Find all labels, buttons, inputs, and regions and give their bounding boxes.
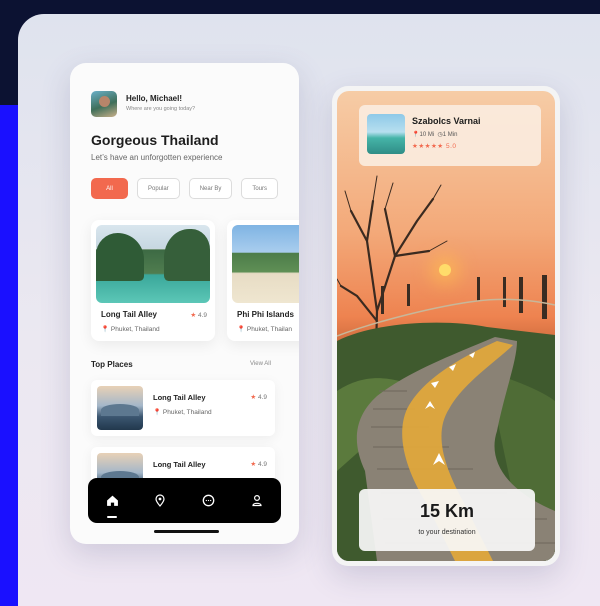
trip-meta: 📍10 Mi ◷1 Min	[412, 132, 458, 138]
place-thumbnail	[97, 386, 143, 430]
distance-value: 15 Km	[419, 501, 475, 521]
featured-card[interactable]: Long Tail Alley ★ 4.9 📍 Phuket, Thailand	[91, 220, 215, 341]
home-indicator	[154, 530, 219, 533]
chip-popular[interactable]: Popular	[137, 178, 180, 199]
featured-card[interactable]: Phi Phi Islands 📍 Phuket, Thailan	[227, 220, 299, 341]
home-icon[interactable]	[101, 490, 123, 518]
place-location: 📍 Phuket, Thailand	[153, 409, 212, 416]
driver-card[interactable]: Szabolcs Varnai 📍10 Mi ◷1 Min ★★★★★ 5.0	[359, 105, 541, 166]
chat-icon[interactable]	[198, 490, 220, 512]
featured-name: Long Tail Alley	[101, 310, 158, 319]
star-icon: ★	[250, 394, 257, 401]
chip-tours[interactable]: Tours	[241, 178, 279, 199]
location-pin-icon: 📍	[101, 326, 110, 333]
chip-near-by[interactable]: Near By	[188, 178, 233, 199]
chip-all[interactable]: All	[91, 178, 128, 199]
map-pin-icon[interactable]	[149, 490, 171, 512]
view-all-link[interactable]: View All	[250, 361, 271, 367]
profile-icon[interactable]	[246, 490, 268, 512]
greeting-text: Hello, Michael!	[126, 94, 183, 103]
list-item[interactable]: Long Tail Alley ★ 4.9 📍 Phuket, Thailand	[91, 380, 275, 436]
bottom-nav	[88, 478, 281, 523]
driver-thumbnail	[367, 114, 405, 154]
featured-location: 📍 Phuket, Thailan	[237, 326, 292, 333]
featured-image	[96, 225, 210, 303]
travel-home-screen: Hello, Michael! Where are you going toda…	[70, 63, 299, 544]
driver-name: Szabolcs Varnai	[412, 116, 481, 126]
place-rating: ★ 4.9	[250, 461, 267, 468]
featured-image	[232, 225, 299, 303]
category-chips: All Popular Near By Tours	[91, 178, 279, 199]
star-icon: ★	[190, 312, 197, 319]
star-icon: ★	[250, 461, 257, 468]
distance-label: to your destination	[418, 529, 476, 536]
page-subtitle: Let’s have an unforgotten experience	[91, 153, 223, 162]
page-title: Gorgeous Thailand	[91, 132, 219, 148]
featured-location: 📍 Phuket, Thailand	[101, 326, 160, 333]
section-title: Top Places	[91, 360, 133, 369]
featured-rating: ★ 4.9	[190, 312, 207, 319]
place-name: Long Tail Alley	[153, 393, 206, 402]
location-pin-icon: 📍	[153, 409, 162, 416]
distance-card: 15 Km to your destination	[359, 489, 535, 551]
featured-name: Phi Phi Islands	[237, 310, 294, 319]
map-scene: Szabolcs Varnai 📍10 Mi ◷1 Min ★★★★★ 5.0 …	[337, 91, 555, 561]
greeting-subtext: Where are you going today?	[126, 106, 196, 112]
star-icon: ★★★★★	[412, 143, 444, 150]
navigation-screen: Szabolcs Varnai 📍10 Mi ◷1 Min ★★★★★ 5.0 …	[332, 86, 560, 566]
place-rating: ★ 4.9	[250, 394, 267, 401]
place-name: Long Tail Alley	[153, 460, 206, 469]
avatar[interactable]	[91, 91, 117, 117]
star-rating: ★★★★★ 5.0	[412, 143, 457, 150]
location-pin-icon: 📍	[237, 326, 246, 333]
